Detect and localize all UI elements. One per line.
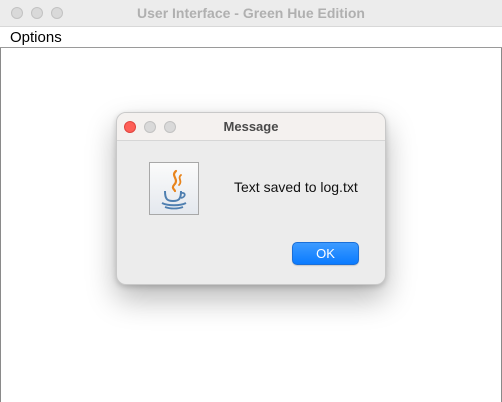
window-left-border <box>0 48 1 402</box>
java-coffee-cup-icon <box>149 162 199 215</box>
ok-button[interactable]: OK <box>292 242 359 265</box>
menu-options[interactable]: Options <box>10 29 62 46</box>
message-dialog: Message Text saved to log.txt OK <box>116 112 386 285</box>
window-titlebar: User Interface - Green Hue Edition <box>0 0 502 27</box>
dialog-title: Message <box>223 119 279 134</box>
dialog-message: Text saved to log.txt <box>234 179 358 195</box>
window-title: User Interface - Green Hue Edition <box>137 5 365 21</box>
main-window: User Interface - Green Hue Edition Optio… <box>0 0 502 402</box>
dialog-titlebar: Message <box>117 113 385 141</box>
menubar: Options <box>0 27 502 48</box>
